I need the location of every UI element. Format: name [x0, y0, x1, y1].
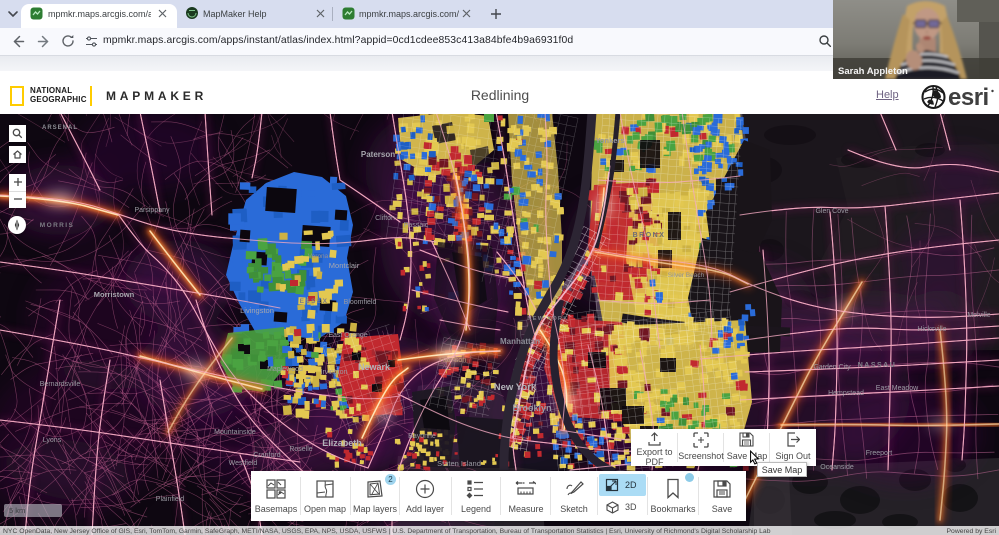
svg-text:Montclair: Montclair: [329, 261, 360, 270]
svg-text:Bernardsville: Bernardsville: [40, 381, 81, 388]
svg-text:Hicksville: Hicksville: [917, 326, 946, 333]
svg-text:Morristown: Morristown: [94, 290, 135, 299]
svg-text:Manhattan: Manhattan: [500, 337, 540, 346]
svg-text:BRONX: BRONX: [633, 232, 666, 239]
svg-text:Freeport: Freeport: [866, 450, 893, 457]
svg-text:Roselle: Roselle: [289, 446, 312, 453]
svg-text:Brooklyn: Brooklyn: [512, 403, 551, 413]
svg-text:Westfield: Westfield: [229, 460, 258, 467]
svg-text:Maplewood: Maplewood: [267, 366, 303, 373]
svg-text:Yonkers: Yonkers: [595, 136, 624, 145]
svg-text:esri: esri: [948, 84, 989, 110]
svg-text:Paterson: Paterson: [361, 150, 395, 159]
svg-text:Hempstead: Hempstead: [828, 390, 864, 397]
svg-text:Bayonne: Bayonne: [408, 433, 436, 440]
svg-text:ESSEX: ESSEX: [300, 298, 329, 305]
svg-text:Lyons: Lyons: [43, 437, 62, 444]
svg-text:ARSENAL: ARSENAL: [42, 125, 78, 131]
svg-text:Silver Beach: Silver Beach: [668, 272, 705, 279]
svg-text:Glen Cove: Glen Cove: [815, 208, 848, 215]
svg-text:Livingston: Livingston: [240, 306, 274, 315]
svg-text:East Orange: East Orange: [328, 332, 367, 339]
svg-text:Garden City: Garden City: [813, 364, 851, 371]
svg-text:Irvington: Irvington: [321, 369, 348, 376]
svg-text:NASSAU: NASSAU: [858, 362, 897, 369]
svg-text:NEW YORK: NEW YORK: [527, 316, 568, 322]
svg-text:Mountainside: Mountainside: [214, 429, 256, 436]
svg-text:Cranford: Cranford: [253, 452, 280, 459]
svg-text:Clifton: Clifton: [375, 215, 395, 222]
svg-text:Harrison: Harrison: [440, 357, 467, 364]
svg-text:Staten Island: Staten Island: [437, 459, 481, 468]
svg-text:Bloomfield: Bloomfield: [344, 299, 377, 306]
svg-text:New York: New York: [494, 382, 537, 393]
svg-text:Verona: Verona: [308, 253, 329, 260]
svg-text:Melville: Melville: [967, 312, 990, 319]
svg-text:East Meadow: East Meadow: [876, 385, 919, 392]
svg-text:Oceanside: Oceanside: [820, 464, 854, 471]
svg-text:Elizabeth: Elizabeth: [322, 438, 362, 448]
svg-text:Sarah Appleton: Sarah Appleton: [838, 66, 908, 77]
svg-text:Parsippany: Parsippany: [134, 207, 170, 214]
svg-text:Plainfield: Plainfield: [156, 496, 185, 503]
svg-text:MORRIS: MORRIS: [40, 222, 74, 229]
svg-text:Newark: Newark: [358, 362, 391, 372]
svg-text:Passaic: Passaic: [404, 222, 429, 229]
